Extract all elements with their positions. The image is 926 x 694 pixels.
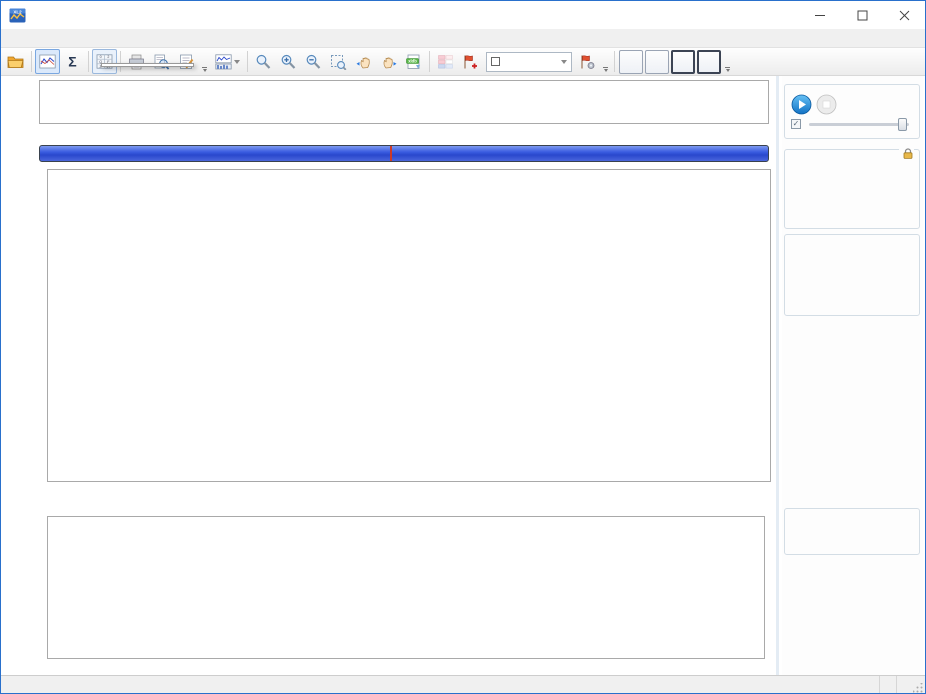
status-samples	[897, 676, 913, 693]
marker-settings-button[interactable]	[575, 49, 600, 74]
add-marker-flag-icon	[462, 54, 479, 70]
minimize-icon	[815, 10, 826, 21]
panel-splitter[interactable]	[776, 76, 779, 675]
audio-panel: ✓	[784, 84, 920, 139]
resize-grip[interactable]	[913, 683, 923, 693]
close-icon	[899, 10, 910, 21]
open-folder-icon	[7, 54, 24, 69]
open-project-button[interactable]	[3, 49, 28, 74]
toolbar-overflow[interactable]	[723, 52, 732, 72]
sigma-icon: Σ	[64, 54, 81, 69]
zoom-in-icon	[280, 54, 297, 70]
svg-text:Σ: Σ	[68, 54, 76, 69]
right-panel: ✓	[782, 76, 923, 675]
zoom-in-button[interactable]	[276, 49, 301, 74]
toolbar-separator	[120, 51, 121, 72]
status-device	[1, 676, 880, 693]
parameter-select-button[interactable]: 0 2 Q F Z 60	[92, 49, 117, 74]
xldb-export-icon: xldb	[405, 54, 422, 70]
marker-palette-button[interactable]	[433, 49, 458, 74]
toolbar-overflow[interactable]	[200, 52, 209, 72]
zoom-selection-icon	[330, 54, 347, 70]
title-bar: XL2	[1, 1, 925, 29]
status-bar	[1, 675, 925, 693]
overview-chart[interactable]	[39, 80, 769, 124]
main-level-chart[interactable]	[47, 169, 771, 482]
summary-button[interactable]: Σ	[60, 49, 85, 74]
minimize-button[interactable]	[799, 1, 841, 29]
maximize-button[interactable]	[841, 1, 883, 29]
magnifier-icon	[255, 54, 272, 70]
svg-text:2: 2	[107, 55, 109, 59]
pan-left-hand-icon	[355, 54, 373, 70]
pan-right-button[interactable]	[376, 49, 401, 74]
rta-percentiles-button[interactable]	[645, 50, 669, 74]
toolbar-separator	[88, 51, 89, 72]
dropdown-arrow-icon	[561, 60, 567, 64]
cursor-panel	[784, 149, 920, 229]
toolbar-overflow[interactable]	[601, 52, 610, 72]
toolbar: Σ 0 2 Q F Z 60	[1, 48, 925, 76]
print-button[interactable]	[124, 49, 149, 74]
gain-slider-handle[interactable]	[898, 118, 907, 131]
chart-type-icon	[215, 54, 232, 70]
window-controls	[799, 1, 925, 29]
lzeq-panel	[784, 508, 920, 555]
pan-left-button[interactable]	[351, 49, 376, 74]
exclude-checkbox[interactable]	[491, 57, 500, 66]
zoom-out-icon	[305, 54, 322, 70]
svg-text:XL2: XL2	[13, 9, 22, 14]
chart-type-dropdown[interactable]	[210, 49, 244, 74]
zoom-selection-button[interactable]	[326, 49, 351, 74]
print-preview-button[interactable]	[149, 49, 174, 74]
pan-right-hand-icon	[380, 54, 398, 70]
add-marker-button[interactable]	[458, 49, 483, 74]
stop-button[interactable]	[816, 94, 837, 115]
audio-timeline-bar[interactable]	[39, 145, 769, 162]
lr-button[interactable]	[697, 50, 721, 74]
curve-selector-popup	[101, 63, 194, 67]
main-content: ✓	[1, 76, 925, 675]
zoom-cursor-button[interactable]	[251, 49, 276, 74]
status-range	[880, 676, 897, 693]
printer-icon	[128, 54, 145, 70]
app-icon: XL2	[9, 8, 26, 23]
svg-text:0: 0	[100, 55, 102, 59]
gain-slider[interactable]	[809, 123, 909, 126]
report-check-icon	[178, 54, 195, 70]
app-window: XL2	[0, 0, 926, 694]
agc-checkbox[interactable]: ✓	[791, 119, 801, 129]
play-button[interactable]	[791, 94, 812, 115]
report-button[interactable]	[174, 49, 199, 74]
audio-cursor-mark[interactable]	[390, 146, 392, 161]
marker-type-dropdown[interactable]	[486, 52, 572, 72]
svg-text:xldb: xldb	[408, 58, 417, 63]
dropdown-arrow-icon	[234, 60, 240, 64]
level-view-button[interactable]	[35, 49, 60, 74]
maximize-icon	[857, 10, 868, 21]
toolbar-separator	[31, 51, 32, 72]
print-preview-icon	[153, 54, 170, 70]
export-xldb-button[interactable]: xldb	[401, 49, 426, 74]
toolbar-separator	[614, 51, 615, 72]
rta-chart[interactable]	[47, 516, 765, 659]
percentiles-button[interactable]	[619, 50, 643, 74]
toolbar-separator	[247, 51, 248, 72]
lock-icon	[902, 148, 914, 159]
ldn-button[interactable]	[671, 50, 695, 74]
project-result-panel	[784, 234, 920, 316]
zoom-out-button[interactable]	[301, 49, 326, 74]
marker-palette-icon	[437, 54, 454, 70]
marker-settings-flag-icon	[579, 54, 596, 70]
close-button[interactable]	[883, 1, 925, 29]
toolbar-separator	[429, 51, 430, 72]
menu-bar	[1, 29, 925, 48]
level-chart-icon	[39, 54, 56, 69]
cursor-lock[interactable]	[899, 146, 914, 164]
